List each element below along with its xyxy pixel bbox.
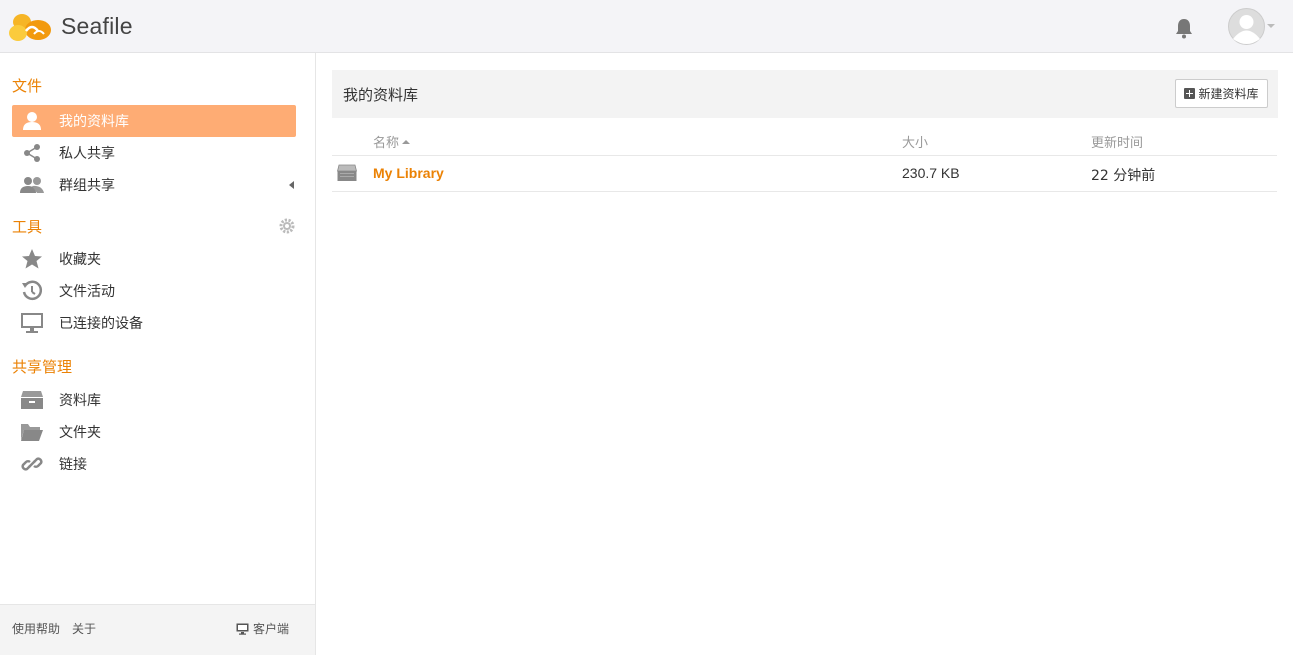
sidebar-item-label: 资料库 <box>59 393 101 409</box>
new-library-button[interactable]: 新建资料库 <box>1175 79 1268 108</box>
sidebar-item-starred[interactable]: 收藏夹 <box>12 243 296 275</box>
plus-square-icon <box>1184 88 1196 99</box>
help-link[interactable]: 使用帮助 <box>12 620 60 637</box>
library-name-link[interactable]: My Library <box>373 165 444 181</box>
sidebar-footer: 使用帮助 关于 客户端 <box>0 604 315 655</box>
tools-heading: 工具 <box>12 218 43 236</box>
group-icon <box>20 173 44 197</box>
table-row[interactable]: My Library 230.7 KB 22 分钟前 <box>332 156 1277 192</box>
sidebar-item-my-libraries[interactable]: 我的资料库 <box>12 105 296 137</box>
sidebar-item-label: 文件夹 <box>59 425 101 441</box>
user-icon <box>20 109 44 133</box>
sidebar-item-share-admin-folders[interactable]: 文件夹 <box>12 416 296 448</box>
page-title: 我的资料库 <box>343 86 419 104</box>
sidebar-item-label: 已连接的设备 <box>59 316 143 332</box>
sidebar-item-label: 链接 <box>59 457 87 473</box>
sidebar-item-share-admin-links[interactable]: 链接 <box>12 448 296 480</box>
seafile-logo-icon <box>9 14 51 41</box>
seafile-logo[interactable]: Seafile <box>8 9 133 43</box>
sidebar-item-label: 私人共享 <box>59 146 115 162</box>
column-name-header[interactable]: 名称 <box>373 132 411 151</box>
column-name-label: 名称 <box>373 136 400 151</box>
sidebar-item-linked-devices[interactable]: 已连接的设备 <box>12 307 296 339</box>
share-admin-heading: 共享管理 <box>12 358 73 376</box>
about-link[interactable]: 关于 <box>72 620 96 637</box>
monitor-icon <box>20 311 44 335</box>
sidebar-item-share-admin-libraries[interactable]: 资料库 <box>12 384 296 416</box>
sidebar-item-label: 文件活动 <box>59 284 115 300</box>
sidebar-item-activities[interactable]: 文件活动 <box>12 275 296 307</box>
library-size: 230.7 KB <box>902 165 960 181</box>
files-heading: 文件 <box>12 77 43 95</box>
link-icon <box>20 452 44 476</box>
sidebar-item-label: 收藏夹 <box>59 252 101 268</box>
folder-icon <box>20 420 44 444</box>
sort-ascending-icon <box>402 139 411 144</box>
library-icon <box>20 388 44 412</box>
star-icon <box>20 247 44 271</box>
avatar-dropdown-caret[interactable] <box>1267 24 1275 28</box>
sidebar-item-private-shares[interactable]: 私人共享 <box>12 137 296 169</box>
logo-text: Seafile <box>61 12 133 39</box>
share-icon <box>20 141 44 165</box>
gear-icon <box>279 218 295 234</box>
desktop-icon <box>236 623 249 635</box>
history-icon <box>20 279 44 303</box>
main-header: 我的资料库 新建资料库 <box>332 70 1278 118</box>
new-library-label: 新建资料库 <box>1198 87 1259 101</box>
client-download-link[interactable]: 客户端 <box>236 620 289 637</box>
expand-arrow-icon[interactable] <box>289 181 294 189</box>
column-updated-header[interactable]: 更新时间 <box>1091 132 1143 151</box>
bell-icon <box>1176 19 1192 39</box>
sidebar: 文件 我的资料库 私人共享 群组共享 工具 收藏夹 文件活动 已连接的设备 共享… <box>0 53 316 655</box>
library-updated-time: 22 分钟前 <box>1091 168 1156 184</box>
sidebar-item-group-shares[interactable]: 群组共享 <box>12 169 296 201</box>
library-icon <box>336 164 358 186</box>
table-header-row: 名称 大小 更新时间 <box>332 122 1277 156</box>
column-size-header[interactable]: 大小 <box>902 132 928 151</box>
sidebar-item-label: 群组共享 <box>59 178 115 194</box>
sidebar-item-label: 我的资料库 <box>59 114 129 130</box>
avatar-icon <box>1228 8 1265 45</box>
top-header: Seafile <box>0 0 1293 53</box>
user-avatar[interactable] <box>1228 8 1265 49</box>
notification-button[interactable] <box>1173 17 1195 43</box>
library-table: 名称 大小 更新时间 My Library 230.7 KB 22 分钟前 <box>332 122 1277 192</box>
client-link-label: 客户端 <box>253 622 290 636</box>
tools-settings-button[interactable] <box>278 217 296 239</box>
